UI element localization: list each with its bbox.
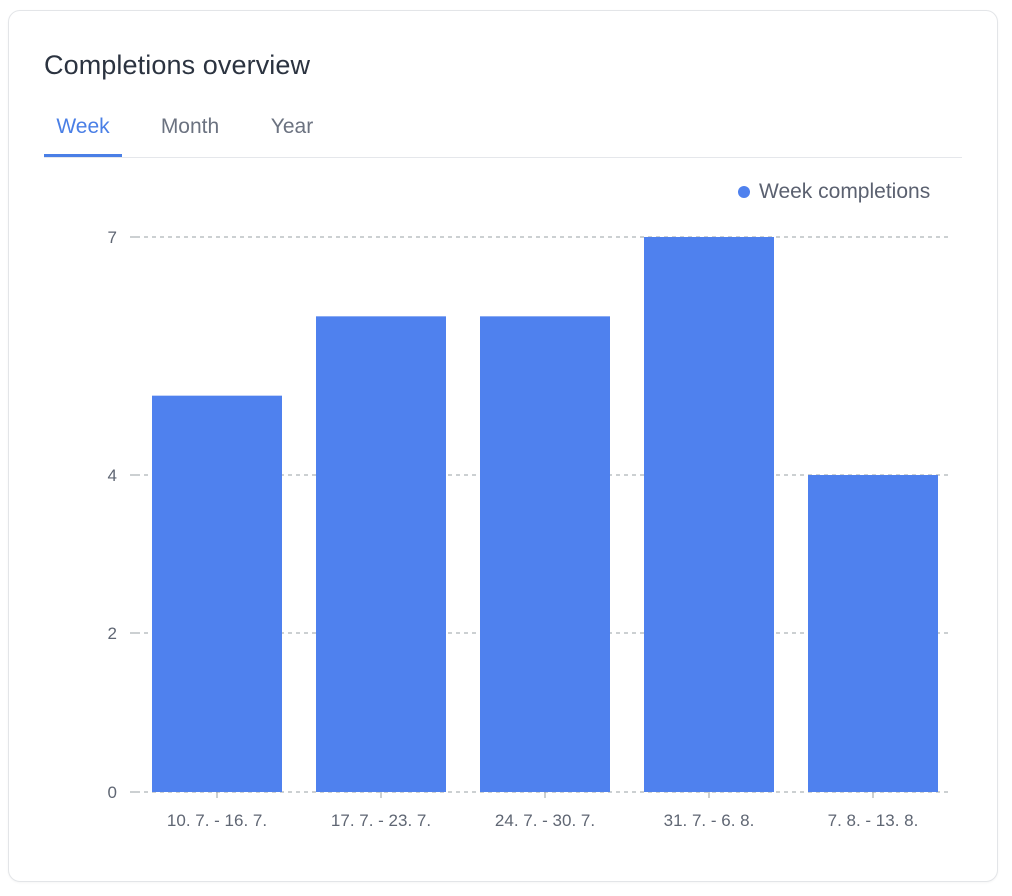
bar — [316, 316, 446, 792]
bar — [808, 475, 938, 792]
x-category-label: 7. 8. - 13. 8. — [828, 811, 919, 830]
x-category-label: 17. 7. - 23. 7. — [331, 811, 431, 830]
bar — [644, 237, 774, 792]
completions-bar-chart: 0 2 4 7 10. 7. - 16. 7. 17. 7. - 23. 7. 24. 7.… — [108, 228, 950, 830]
y-tick-label: 7 — [108, 228, 117, 247]
x-category-label: 10. 7. - 16. 7. — [167, 811, 267, 830]
y-tick-label: 4 — [108, 466, 117, 485]
bar — [152, 395, 282, 792]
y-tick-label: 2 — [108, 624, 117, 643]
x-category-label: 31. 7. - 6. 8. — [664, 811, 755, 830]
x-category-label: 24. 7. - 30. 7. — [495, 811, 595, 830]
y-tick-label: 0 — [108, 783, 117, 802]
bar — [480, 316, 610, 792]
